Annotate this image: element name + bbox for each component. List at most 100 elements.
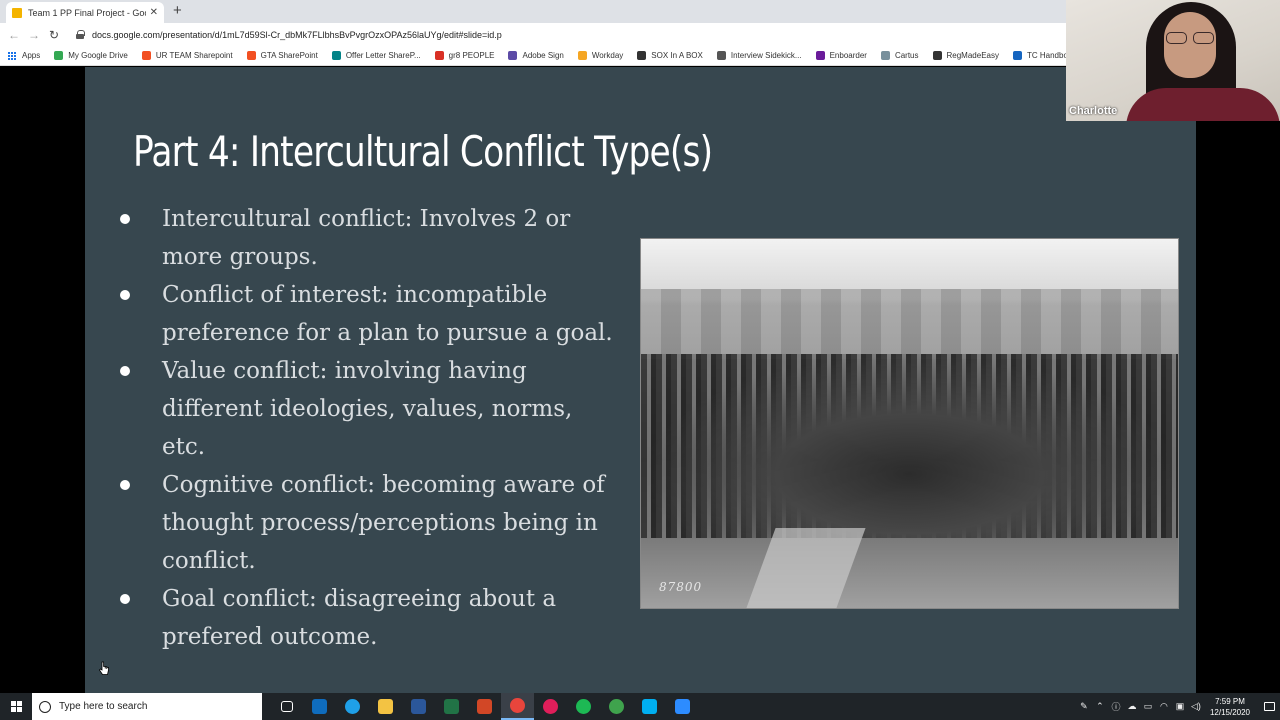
bookmark-10[interactable]: Enboarder [815, 51, 867, 60]
search-placeholder: Type here to search [59, 701, 148, 712]
participant-name: Charlotte [1069, 105, 1118, 117]
bullet-item: Conflict of interest: incompatible prefe… [115, 276, 615, 352]
bookmark-1[interactable]: My Google Drive [54, 51, 128, 60]
bookmark-3[interactable]: GTA SharePoint [246, 51, 318, 60]
back-button[interactable]: ← [4, 28, 24, 42]
edge-icon [345, 699, 360, 714]
battery-icon[interactable]: ▭ [1141, 701, 1155, 712]
bullet-item: Intercultural conflict: Involves 2 or mo… [115, 200, 615, 276]
bookmark-label: Adobe Sign [522, 51, 564, 60]
taskbar-apps [270, 693, 699, 720]
photo-label: 87800 [659, 580, 703, 594]
bullet-item: Cognitive conflict: becoming aware of th… [115, 466, 615, 580]
bookmark-favicon-icon [508, 51, 518, 60]
bookmark-favicon-icon [1012, 51, 1022, 60]
bookmark-favicon-icon [716, 51, 726, 60]
bookmark-label: My Google Drive [68, 51, 128, 60]
chrome-icon [510, 698, 525, 713]
bookmark-favicon-icon [141, 51, 151, 60]
bookmark-9[interactable]: Interview Sidekick... [716, 51, 802, 60]
bookmark-6[interactable]: Adobe Sign [508, 51, 564, 60]
bookmark-0[interactable]: Apps [8, 51, 40, 60]
slack-icon [543, 699, 558, 714]
bookmark-favicon-icon [434, 51, 444, 60]
taskbar-app-3[interactable] [369, 693, 402, 720]
bookmark-favicon-icon [577, 51, 587, 60]
bookmark-5[interactable]: gr8 PEOPLE [434, 51, 494, 60]
bookmark-2[interactable]: UR TEAM Sharepoint [141, 51, 233, 60]
bullet-item: Value conflict: involving having differe… [115, 352, 615, 466]
windows-icon [10, 701, 22, 712]
reload-button[interactable]: ↻ [44, 28, 64, 42]
chevron-up-icon[interactable]: ⌃ [1093, 701, 1107, 712]
bookmark-label: Cartus [894, 51, 919, 60]
taskbar-app-12[interactable] [666, 693, 699, 720]
webcam-person-body [1126, 88, 1280, 121]
bookmark-4[interactable]: Offer Letter ShareP... [331, 51, 421, 60]
bookmark-favicon-icon [932, 51, 942, 60]
outlook-icon [312, 699, 327, 714]
excel-icon [444, 699, 459, 714]
glasses-icon [1166, 32, 1214, 44]
word-icon [411, 699, 426, 714]
webcam-person-face [1164, 12, 1216, 78]
bookmark-8[interactable]: SOX In A BOX [637, 51, 703, 60]
taskbar-app-10[interactable] [600, 693, 633, 720]
bookmark-favicon-icon [54, 51, 64, 60]
clock[interactable]: 7:59 PM 12/15/2020 [1210, 696, 1250, 718]
bookmark-label: GTA SharePoint [260, 51, 318, 60]
tab-title: Team 1 PP Final Project - Google [28, 7, 146, 18]
taskbar-app-8[interactable] [534, 693, 567, 720]
globe-icon [609, 699, 624, 714]
slides-icon [12, 7, 22, 18]
slide-title: Part 4: Intercultural Conflict Type(s) [133, 127, 713, 176]
pen-icon[interactable]: ✎ [1077, 701, 1091, 712]
skype-icon [642, 699, 657, 714]
url-input[interactable]: docs.google.com/presentation/d/1mL7d59Sl… [76, 26, 1076, 43]
bookmark-11[interactable]: Cartus [880, 51, 919, 60]
taskbar-app-0[interactable] [270, 693, 303, 720]
info-icon[interactable]: ⓘ [1109, 700, 1123, 713]
hand-cursor-icon [99, 661, 109, 675]
photo-crowd [641, 354, 1178, 554]
taskbar-app-9[interactable] [567, 693, 600, 720]
file-explorer-icon [378, 699, 393, 714]
bookmark-label: RegMadeEasy [946, 51, 999, 60]
start-button[interactable] [0, 693, 32, 720]
network-icon[interactable]: ▣ [1173, 701, 1187, 712]
bookmark-favicon-icon [331, 51, 341, 60]
cloud-icon[interactable]: ☁ [1125, 701, 1139, 712]
taskbar-search[interactable]: Type here to search [32, 693, 262, 720]
close-icon[interactable]: ✕ [150, 7, 158, 18]
bookmark-label: UR TEAM Sharepoint [155, 51, 233, 60]
clock-date: 12/15/2020 [1209, 707, 1250, 717]
taskbar-app-11[interactable] [633, 693, 666, 720]
forward-button[interactable]: → [24, 28, 44, 42]
taskbar-app-5[interactable] [435, 693, 468, 720]
webcam-video: Charlotte [1066, 0, 1280, 121]
taskbar-app-1[interactable] [303, 693, 336, 720]
bookmark-favicon-icon [815, 51, 825, 60]
bookmark-12[interactable]: RegMadeEasy [932, 51, 999, 60]
bookmark-favicon-icon [637, 51, 647, 60]
bookmark-label: Workday [591, 51, 624, 60]
task-view-icon [280, 701, 293, 712]
browser-tab[interactable]: Team 1 PP Final Project - Google ✕ [6, 2, 164, 23]
clock-time: 7:59 PM [1215, 696, 1245, 706]
apps-grid-icon [8, 51, 16, 60]
taskbar-app-4[interactable] [402, 693, 435, 720]
taskbar-app-7[interactable] [501, 693, 534, 720]
lock-icon [76, 30, 85, 39]
new-tab-button[interactable]: + [173, 2, 182, 20]
notifications-icon[interactable] [1258, 693, 1280, 720]
taskbar-app-2[interactable] [336, 693, 369, 720]
bookmark-7[interactable]: Workday [577, 51, 624, 60]
volume-icon[interactable]: ◁) [1189, 701, 1203, 712]
bookmark-favicon-icon [880, 51, 890, 60]
screen: Team 1 PP Final Project - Google ✕ + ← →… [0, 0, 1280, 720]
wifi-icon[interactable]: ◠ [1157, 701, 1171, 712]
bookmark-label: SOX In A BOX [651, 51, 703, 60]
taskbar-app-6[interactable] [468, 693, 501, 720]
photo-building [641, 289, 1178, 359]
slide: Part 4: Intercultural Conflict Type(s) I… [85, 67, 1196, 693]
